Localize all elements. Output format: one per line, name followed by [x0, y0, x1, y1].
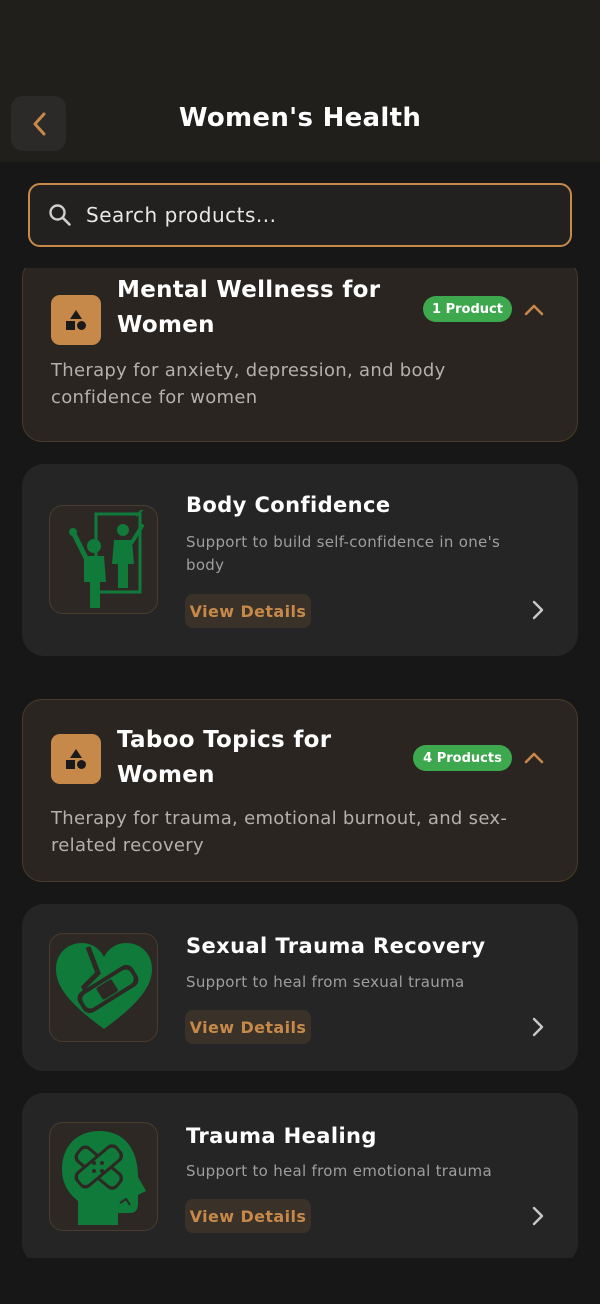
product-image [49, 933, 158, 1042]
product-card[interactable]: Body Confidence Support to build self-co… [22, 464, 578, 656]
category-title: Taboo Topics for Women [117, 727, 332, 788]
category-card[interactable]: Taboo Topics for Women 4 Products Therap… [22, 699, 578, 882]
category-card[interactable]: Mental Wellness for Women 1 Product Ther… [22, 268, 578, 442]
product-name: Trauma Healing [186, 1124, 377, 1148]
category-description: Therapy for trauma, emotional burnout, a… [51, 808, 508, 856]
search-input[interactable] [86, 203, 570, 227]
product-count-badge: 4 Products [413, 745, 512, 771]
product-list[interactable]: Mental Wellness for Women 1 Product Ther… [0, 268, 600, 1258]
bandaged-head-icon [61, 1130, 146, 1225]
category-icon [51, 295, 101, 345]
product-description: Support to heal from emotional trauma [186, 1162, 492, 1180]
bandaged-heart-icon [55, 942, 152, 1029]
product-card[interactable]: Sexual Trauma Recovery Support to heal f… [22, 904, 578, 1071]
chevron-right-icon[interactable] [532, 600, 544, 620]
shapes-icon [66, 749, 86, 769]
page-title: Women's Health [178, 103, 422, 133]
product-description: Support to build self-confidence in one'… [186, 533, 501, 574]
category-description: Therapy for anxiety, depression, and bod… [51, 360, 446, 408]
category-title: Mental Wellness for Women [117, 277, 381, 338]
product-name: Sexual Trauma Recovery [186, 934, 486, 958]
view-details-button[interactable]: View Details [185, 1199, 311, 1233]
category-icon [51, 734, 101, 784]
product-image [49, 1122, 158, 1231]
search-icon [49, 204, 71, 226]
search-bar[interactable] [28, 183, 572, 247]
shapes-icon [66, 310, 86, 330]
view-details-button[interactable]: View Details [185, 1010, 311, 1044]
chevron-up-icon[interactable] [523, 303, 545, 317]
product-name: Body Confidence [186, 493, 391, 517]
product-description: Support to heal from sexual trauma [186, 973, 465, 991]
view-details-button[interactable]: View Details [185, 594, 311, 628]
chevron-up-icon[interactable] [523, 751, 545, 765]
product-image [49, 505, 158, 614]
header: Women's Health [0, 0, 600, 162]
product-count-badge: 1 Product [423, 296, 512, 322]
product-card[interactable]: Trauma Healing Support to heal from emot… [22, 1093, 578, 1258]
mirror-figures-icon [68, 509, 144, 608]
chevron-right-icon[interactable] [532, 1017, 544, 1037]
chevron-right-icon[interactable] [532, 1206, 544, 1226]
